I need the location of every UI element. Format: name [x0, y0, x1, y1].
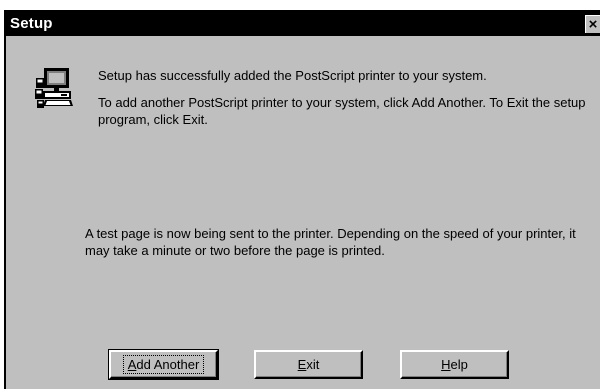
add-another-button[interactable]: Add Another: [108, 349, 219, 380]
computer-setup-icon: [35, 68, 73, 108]
add-another-label: Add Another: [122, 355, 205, 374]
help-button[interactable]: Help: [400, 350, 509, 379]
title-bar[interactable]: Setup ×: [6, 12, 600, 36]
exit-label: Exit: [297, 357, 320, 372]
close-icon[interactable]: ×: [589, 16, 598, 33]
setup-dialog: Setup × Setup has successfully added the…: [4, 10, 600, 389]
window-title: Setup: [10, 15, 53, 32]
exit-button[interactable]: Exit: [254, 350, 363, 379]
test-page-message: A test page is now being sent to the pri…: [85, 226, 576, 258]
success-message: Setup has successfully added the PostScr…: [98, 68, 487, 83]
close-button[interactable]: ×: [585, 15, 600, 33]
help-label: Help: [441, 357, 468, 372]
add-another-info-message: To add another PostScript printer to you…: [98, 95, 586, 127]
